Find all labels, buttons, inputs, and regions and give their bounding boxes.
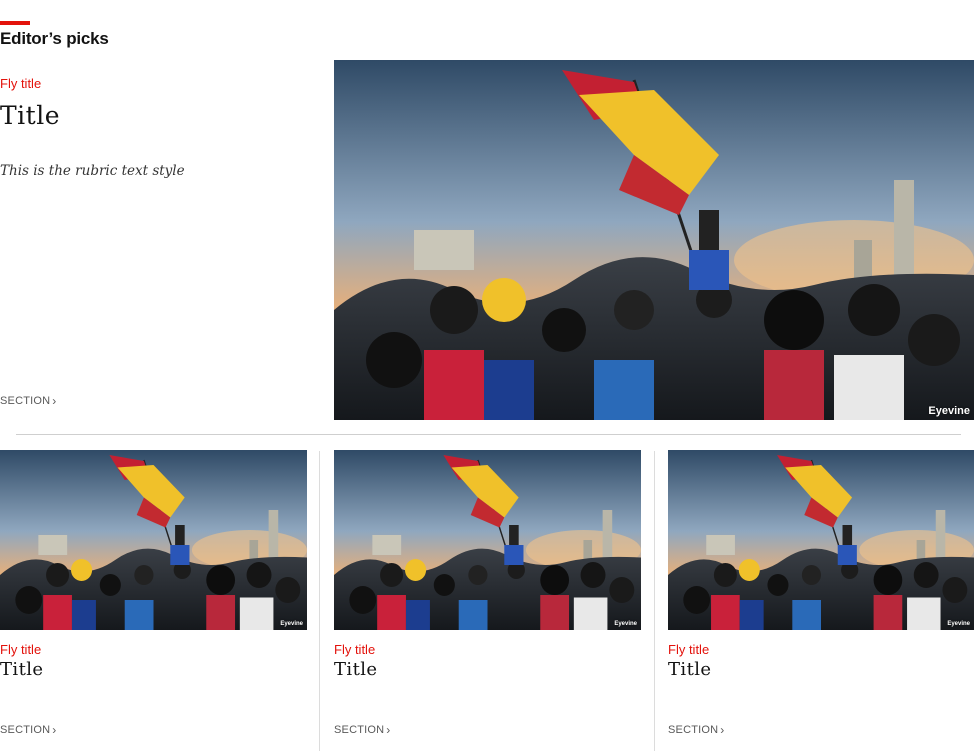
- section-heading: Editor’s picks: [0, 29, 109, 48]
- section-link-label: SECTION: [0, 395, 51, 407]
- card-section-link[interactable]: SECTION ›: [668, 723, 725, 737]
- card-image-credit: Eyevine: [947, 621, 970, 627]
- card-divider: [654, 451, 655, 751]
- featured-section-link[interactable]: SECTION ›: [0, 394, 57, 408]
- card-section-link[interactable]: SECTION ›: [0, 723, 57, 737]
- section-link-label: SECTION: [668, 724, 719, 736]
- section-accent-bar: [0, 21, 30, 25]
- card-section-link[interactable]: SECTION ›: [334, 723, 391, 737]
- card-image[interactable]: Eyevine: [668, 450, 974, 630]
- featured-fly-title[interactable]: Fly title: [0, 76, 41, 91]
- card-fly-title[interactable]: Fly title: [334, 642, 375, 657]
- chevron-right-icon: ›: [52, 723, 57, 737]
- section-divider: [16, 434, 961, 435]
- featured-title[interactable]: Title: [0, 101, 60, 130]
- featured-image[interactable]: Eyevine: [334, 60, 974, 420]
- card-image[interactable]: Eyevine: [0, 450, 307, 630]
- card-title[interactable]: Title: [0, 659, 43, 680]
- card-fly-title[interactable]: Fly title: [0, 642, 41, 657]
- card-image-credit: Eyevine: [280, 621, 303, 627]
- card-fly-title[interactable]: Fly title: [668, 642, 709, 657]
- chevron-right-icon: ›: [720, 723, 725, 737]
- section-link-label: SECTION: [0, 724, 51, 736]
- card-divider: [319, 451, 320, 751]
- card-title[interactable]: Title: [334, 659, 377, 680]
- featured-image-credit: Eyevine: [928, 405, 970, 417]
- section-link-label: SECTION: [334, 724, 385, 736]
- featured-rubric: This is the rubric text style: [0, 163, 185, 179]
- chevron-right-icon: ›: [386, 723, 391, 737]
- chevron-right-icon: ›: [52, 394, 57, 408]
- card-image-credit: Eyevine: [614, 621, 637, 627]
- card-title[interactable]: Title: [668, 659, 711, 680]
- card-image[interactable]: Eyevine: [334, 450, 641, 630]
